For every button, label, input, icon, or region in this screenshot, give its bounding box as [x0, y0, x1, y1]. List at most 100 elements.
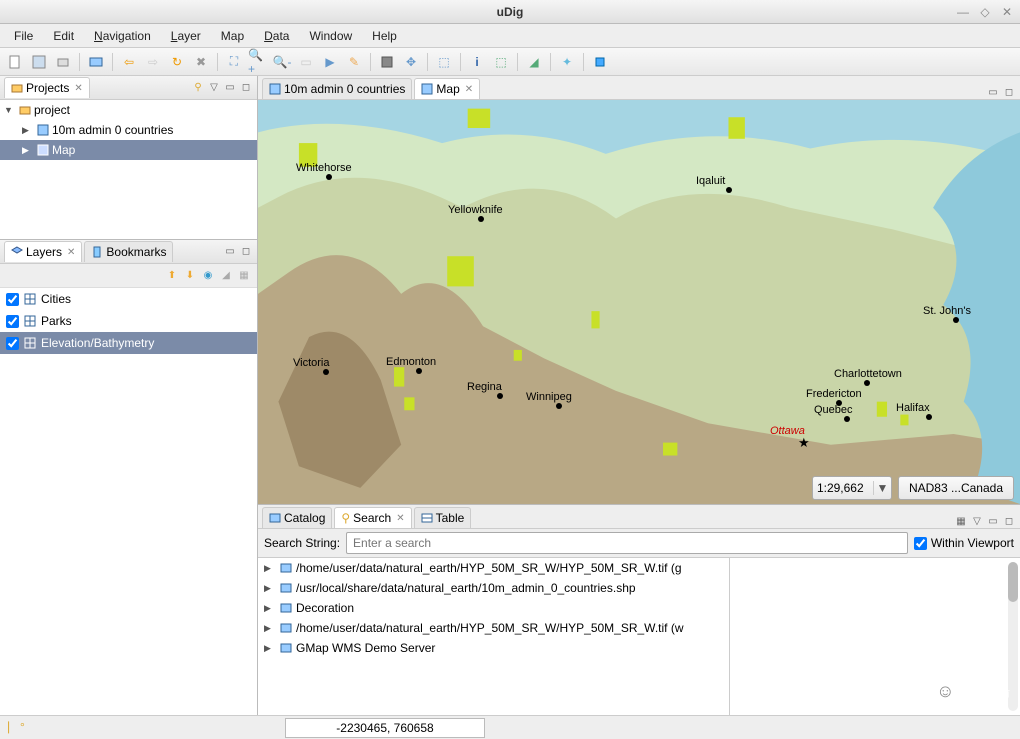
scale-selector[interactable]: ▼ [812, 476, 892, 500]
menu-layer[interactable]: Layer [161, 25, 211, 47]
layers-list[interactable]: Cities Parks Elevation/Bathymetry [0, 288, 257, 715]
layer-visibility-checkbox[interactable] [6, 337, 19, 350]
menu-help[interactable]: Help [362, 25, 407, 47]
editor-tab-map[interactable]: Map ✕ [414, 78, 480, 99]
within-viewport-checkbox[interactable] [914, 537, 927, 550]
zoom-next-icon[interactable]: ▭ [295, 51, 317, 73]
map-icon [269, 83, 281, 95]
minimize-view-icon[interactable]: ▭ [986, 85, 1000, 99]
expand-icon[interactable]: ▶ [22, 145, 34, 156]
folder-icon [19, 104, 31, 116]
menu-window[interactable]: Window [299, 25, 362, 47]
editor-tab-admin[interactable]: 10m admin 0 countries [262, 78, 412, 99]
expand-icon[interactable]: ▶ [264, 583, 276, 594]
paint-icon[interactable]: ✦ [556, 51, 578, 73]
zoom-extent-icon[interactable]: ⛶ [223, 51, 245, 73]
search-tab[interactable]: ⚲ Search ✕ [334, 507, 411, 528]
crs-button[interactable]: NAD83 ...Canada [898, 476, 1014, 500]
result-row[interactable]: ▶GMap WMS Demo Server [258, 638, 729, 658]
expand-icon[interactable]: ▶ [264, 603, 276, 614]
style-icon[interactable]: ◢ [219, 269, 233, 283]
layer-item[interactable]: Parks [0, 310, 257, 332]
project-root-row[interactable]: ▼ project [0, 100, 257, 120]
close-button[interactable]: ✕ [998, 4, 1016, 20]
maximize-button[interactable]: ◇ [976, 4, 994, 20]
within-viewport-option[interactable]: Within Viewport [914, 536, 1014, 550]
maximize-view-icon[interactable]: ◻ [1002, 514, 1016, 528]
close-icon[interactable]: ✕ [465, 84, 473, 95]
result-row[interactable]: ▶Decoration [258, 598, 729, 618]
link-icon[interactable]: ⚲ [191, 81, 205, 95]
zoom-out-icon[interactable]: 🔍- [271, 51, 293, 73]
maximize-view-icon[interactable]: ◻ [239, 81, 253, 95]
move-down-icon[interactable]: ⬇ [183, 269, 197, 283]
layer-visibility-checkbox[interactable] [6, 293, 19, 306]
scrollbar-thumb[interactable] [1008, 562, 1018, 602]
add-layer-icon[interactable] [85, 51, 107, 73]
result-list[interactable]: ▶/home/user/data/natural_earth/HYP_50M_S… [258, 558, 730, 715]
menu-edit[interactable]: Edit [43, 25, 84, 47]
collapse-icon[interactable]: ▼ [4, 105, 16, 115]
back-icon[interactable]: ⇦ [118, 51, 140, 73]
menu-data[interactable]: Data [254, 25, 299, 47]
catalog-tab[interactable]: Catalog [262, 507, 332, 528]
zoom-in-icon[interactable]: 🔍+ [247, 51, 269, 73]
view-menu-icon[interactable]: ▽ [970, 514, 984, 528]
print-icon[interactable] [52, 51, 74, 73]
scale-dropdown-icon[interactable]: ▼ [873, 481, 891, 495]
result-row[interactable]: ▶/usr/local/share/data/natural_earth/10m… [258, 578, 729, 598]
select-tool-icon[interactable]: ⬚ [490, 51, 512, 73]
edit-icon[interactable]: ✎ [343, 51, 365, 73]
table-tab[interactable]: Table [414, 507, 472, 528]
layers-tab[interactable]: Layers ✕ [4, 241, 82, 262]
menu-map[interactable]: Map [211, 25, 254, 47]
close-icon[interactable]: ✕ [396, 513, 404, 524]
project-item[interactable]: ▶ 10m admin 0 countries [0, 120, 257, 140]
projects-tree[interactable]: ▼ project ▶ 10m admin 0 countries ▶ Map [0, 100, 257, 240]
zoom-prev-icon[interactable]: ▶ [319, 51, 341, 73]
projects-tab[interactable]: Projects ✕ [4, 77, 90, 98]
select-icon[interactable] [376, 51, 398, 73]
menu-file[interactable]: File [4, 25, 43, 47]
expand-icon[interactable]: ▶ [264, 563, 276, 574]
expand-icon[interactable]: ▶ [264, 623, 276, 634]
layer-item[interactable]: Cities [0, 288, 257, 310]
globe-icon[interactable]: ◉ [201, 269, 215, 283]
expand-icon[interactable]: ▶ [264, 643, 276, 654]
marker-icon[interactable] [589, 51, 611, 73]
bookmarks-tab[interactable]: Bookmarks [84, 241, 173, 262]
info-icon[interactable]: i [466, 51, 488, 73]
close-icon[interactable]: ✕ [74, 83, 82, 94]
project-item[interactable]: ▶ Map [0, 140, 257, 160]
map-icon [37, 124, 49, 136]
map-canvas[interactable]: WhitehorseIqaluitYellowknifeSt. John'sEd… [258, 100, 1020, 505]
pin-icon[interactable]: ▦ [954, 514, 968, 528]
draw-icon[interactable]: ◢ [523, 51, 545, 73]
search-input[interactable] [346, 532, 908, 554]
layer-label: Parks [41, 314, 72, 328]
save-icon[interactable] [28, 51, 50, 73]
layer-visibility-checkbox[interactable] [6, 315, 19, 328]
maximize-view-icon[interactable]: ◻ [239, 245, 253, 259]
pan-icon[interactable]: ✥ [400, 51, 422, 73]
maximize-view-icon[interactable]: ◻ [1002, 85, 1016, 99]
new-icon[interactable] [4, 51, 26, 73]
zoom-box-icon[interactable]: ⬚ [433, 51, 455, 73]
forward-icon[interactable]: ⇨ [142, 51, 164, 73]
scale-input[interactable] [813, 481, 873, 495]
stop-icon[interactable]: ✖ [190, 51, 212, 73]
move-up-icon[interactable]: ⬆ [165, 269, 179, 283]
view-menu-icon[interactable]: ▽ [207, 81, 221, 95]
menu-navigation[interactable]: Navigation [84, 25, 161, 47]
minimize-view-icon[interactable]: ▭ [223, 245, 237, 259]
expand-icon[interactable]: ▶ [22, 125, 34, 136]
minimize-view-icon[interactable]: ▭ [986, 514, 1000, 528]
properties-icon[interactable]: ▦ [237, 269, 251, 283]
minimize-button[interactable]: — [954, 4, 972, 20]
result-row[interactable]: ▶/home/user/data/natural_earth/HYP_50M_S… [258, 618, 729, 638]
minimize-view-icon[interactable]: ▭ [223, 81, 237, 95]
result-row[interactable]: ▶/home/user/data/natural_earth/HYP_50M_S… [258, 558, 729, 578]
layer-item[interactable]: Elevation/Bathymetry [0, 332, 257, 354]
close-icon[interactable]: ✕ [67, 247, 75, 258]
refresh-icon[interactable]: ↻ [166, 51, 188, 73]
